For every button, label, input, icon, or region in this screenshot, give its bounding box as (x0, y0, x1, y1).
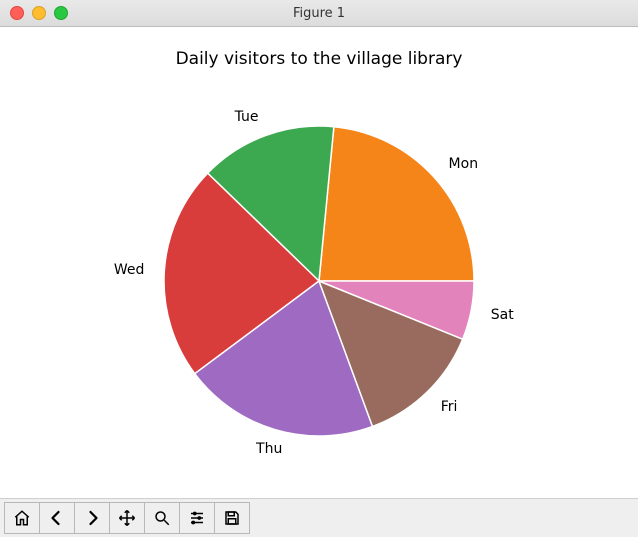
window-controls (10, 6, 68, 20)
pie-label-mon: Mon (449, 156, 479, 172)
pie-label-sat: Sat (491, 307, 514, 323)
pan-button[interactable] (109, 502, 145, 534)
magnifier-icon (153, 509, 171, 527)
home-button[interactable] (4, 502, 40, 534)
minimize-icon[interactable] (32, 6, 46, 20)
zoom-button[interactable] (144, 502, 180, 534)
pie-label-thu: Thu (256, 441, 282, 457)
arrow-left-icon (48, 509, 66, 527)
forward-button[interactable] (74, 502, 110, 534)
arrow-right-icon (83, 509, 101, 527)
pie-chart: Mon Tue Wed Thu Fri Sat (109, 71, 529, 491)
app-window: Figure 1 Daily visitors to the village l… (0, 0, 638, 537)
pie-label-tue: Tue (235, 109, 259, 125)
chart-title: Daily visitors to the village library (0, 49, 638, 69)
save-button[interactable] (214, 502, 250, 534)
pie-label-wed: Wed (114, 262, 145, 278)
maximize-icon[interactable] (54, 6, 68, 20)
back-button[interactable] (39, 502, 75, 534)
close-icon[interactable] (10, 6, 24, 20)
pie-label-fri: Fri (441, 399, 458, 415)
configure-button[interactable] (179, 502, 215, 534)
move-icon (118, 509, 136, 527)
home-icon (13, 509, 31, 527)
titlebar: Figure 1 (0, 0, 638, 27)
figure-canvas: Daily visitors to the village library Mo… (0, 27, 638, 498)
sliders-icon (188, 509, 206, 527)
save-icon (223, 509, 241, 527)
figure-toolbar (0, 498, 638, 537)
pie-slice-mon (319, 127, 474, 281)
pie-svg (109, 71, 529, 491)
window-title: Figure 1 (0, 6, 638, 21)
